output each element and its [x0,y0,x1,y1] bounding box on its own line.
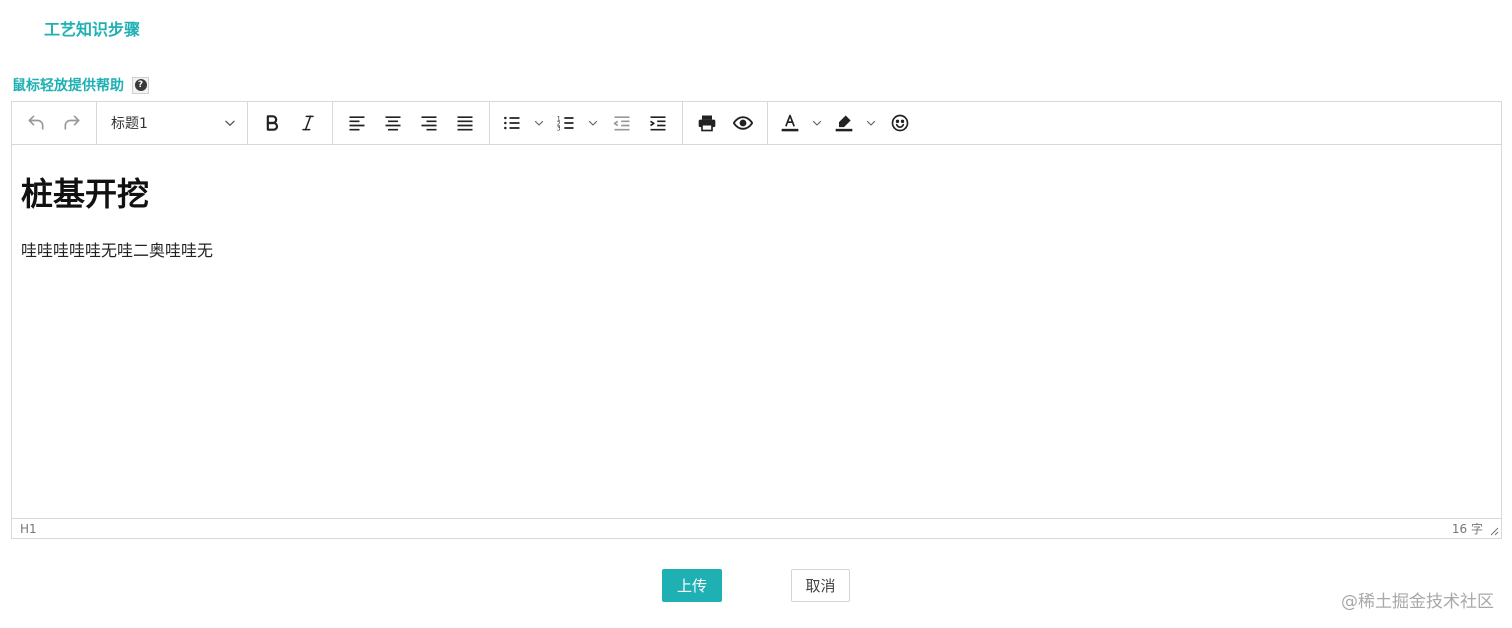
watermark: @稀土掘金技术社区 [1341,592,1494,612]
print-icon [698,115,716,132]
statusbar-right: 16 字 [1452,520,1493,537]
align-justify-icon [457,116,473,131]
align-justify-button[interactable] [447,108,483,138]
editor-content[interactable]: 桩基开挖 哇哇哇哇哇无哇二奥哇哇无 [12,145,1501,518]
element-path[interactable]: H1 [20,522,37,536]
align-group [333,102,490,144]
numbered-list-button[interactable]: 123 [550,108,582,138]
format-group [248,102,333,144]
text-color-icon [781,114,799,132]
numbered-list-icon: 123 [557,117,574,133]
highlight-icon [835,115,853,132]
preview-icon [733,116,753,130]
redo-icon [64,115,80,130]
section-title: 工艺知识步骤 [44,20,141,39]
outdent-icon [613,116,630,131]
content-heading: 桩基开挖 [21,175,150,213]
svg-text:3: 3 [557,127,561,133]
chevron-down-icon [225,120,235,126]
indent-button[interactable] [640,108,676,138]
undo-icon [28,115,44,130]
indent-icon [650,116,666,131]
align-center-icon [385,116,401,131]
content-paragraph: 哇哇哇哇哇无哇二奥哇哇无 [21,241,214,260]
emoji-button[interactable] [882,108,918,138]
rich-text-editor: 标题1 1 2 3 桩基开挖 哇哇哇哇哇无哇二奥哇哇无 H1 16 字 [11,101,1502,539]
cancel-button[interactable]: 取消 [791,569,850,602]
print-button[interactable] [689,108,725,138]
chevron-down-icon [534,120,544,126]
list-group: 123 [490,102,683,144]
history-group [12,102,97,144]
text-color-dropdown[interactable] [806,108,828,138]
numbered-list-dropdown[interactable] [582,108,604,138]
highlight-dropdown[interactable] [860,108,882,138]
question-circle-icon[interactable]: ? [132,76,149,94]
highlight-button[interactable] [828,108,860,138]
bold-button[interactable] [254,108,290,138]
redo-button[interactable] [54,108,90,138]
align-right-button[interactable] [411,108,447,138]
preview-button[interactable] [725,108,761,138]
align-left-button[interactable] [339,108,375,138]
text-color-button[interactable] [774,108,806,138]
chevron-down-icon [812,120,822,126]
editor-statusbar: H1 16 字 [12,518,1501,538]
bullet-list-dropdown[interactable] [528,108,550,138]
heading-group: 标题1 [97,102,248,144]
editor-toolbar: 标题1 1 2 3 [12,102,1501,145]
resize-handle-icon[interactable] [1489,526,1499,536]
align-left-icon [349,116,365,131]
align-right-icon [421,116,437,131]
chevron-down-icon [588,120,598,126]
upload-button[interactable]: 上传 [662,569,722,602]
color-group [768,102,924,144]
bullet-list-button[interactable] [496,108,528,138]
chevron-down-icon [866,120,876,126]
undo-button[interactable] [18,108,54,138]
italic-button[interactable] [290,108,326,138]
help-row: 鼠标轻放提供帮助 ? [12,75,149,95]
help-label: 鼠标轻放提供帮助 [12,78,124,94]
italic-icon [302,115,314,131]
align-center-button[interactable] [375,108,411,138]
emoji-icon [891,114,909,132]
heading-select[interactable]: 标题1 [103,108,241,138]
heading-select-value: 标题1 [111,116,148,132]
bold-icon [266,115,278,131]
word-count[interactable]: 16 字 [1452,520,1483,537]
utility-group [683,102,768,144]
outdent-button[interactable] [604,108,640,138]
bullet-list-icon [504,116,520,130]
